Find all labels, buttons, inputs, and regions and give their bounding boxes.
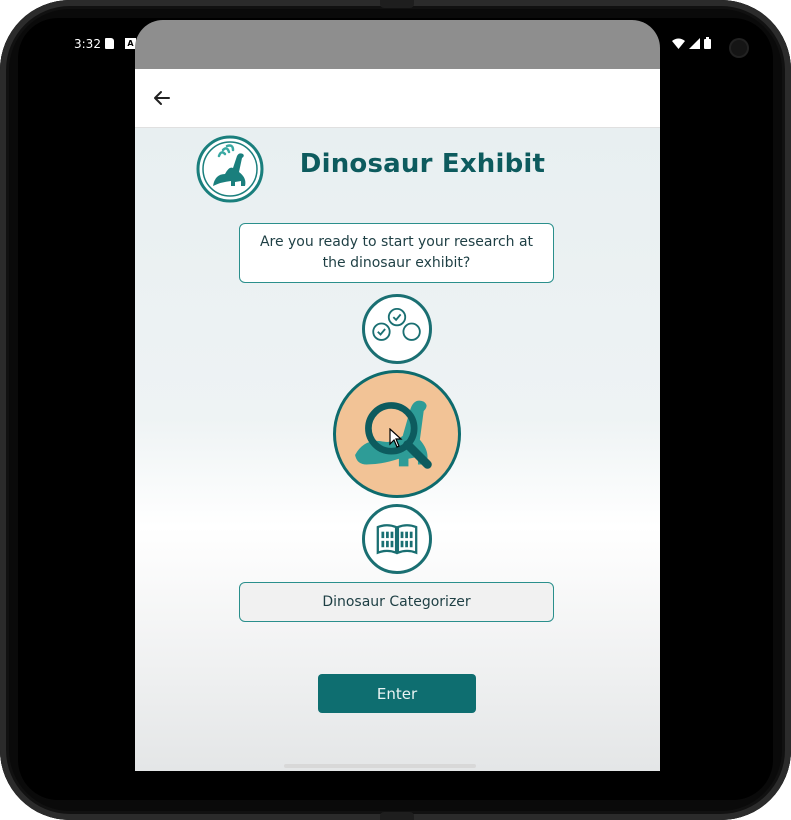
mouse-cursor-icon: [389, 428, 403, 448]
hinge-top: [380, 0, 414, 8]
page-title: Dinosaur Exhibit: [299, 149, 546, 179]
status-right-icons: [672, 37, 711, 49]
device-frame: 3:32 A Dinosaur Exhibit Are you ready to…: [0, 0, 791, 820]
navigation-handle[interactable]: [284, 764, 476, 768]
enter-button[interactable]: Enter: [318, 674, 476, 713]
question-box: Are you ready to start your research at …: [239, 223, 554, 283]
exhibit-content: Dinosaur Exhibit Are you ready to start …: [135, 128, 660, 771]
wifi-icon: [672, 38, 685, 49]
signal-icon: [689, 37, 700, 49]
sd-card-icon: [105, 38, 114, 49]
battery-icon: [704, 37, 711, 49]
screen: 3:32 A Dinosaur Exhibit Are you ready to…: [18, 18, 773, 800]
dinosaur-logo-icon: [196, 135, 264, 203]
open-book-icon: [376, 524, 418, 555]
app-bar: [135, 69, 660, 128]
back-arrow-icon[interactable]: [147, 83, 177, 113]
checklist-circles-icon: [372, 307, 421, 341]
option-book-button[interactable]: [362, 504, 432, 574]
option-checklist-button[interactable]: [362, 294, 432, 364]
status-time: 3:32: [74, 37, 101, 51]
selected-option-label: Dinosaur Categorizer: [239, 582, 554, 622]
front-camera: [731, 40, 747, 56]
hinge-bottom: [380, 812, 414, 820]
app-window: Dinosaur Exhibit Are you ready to start …: [135, 20, 660, 771]
